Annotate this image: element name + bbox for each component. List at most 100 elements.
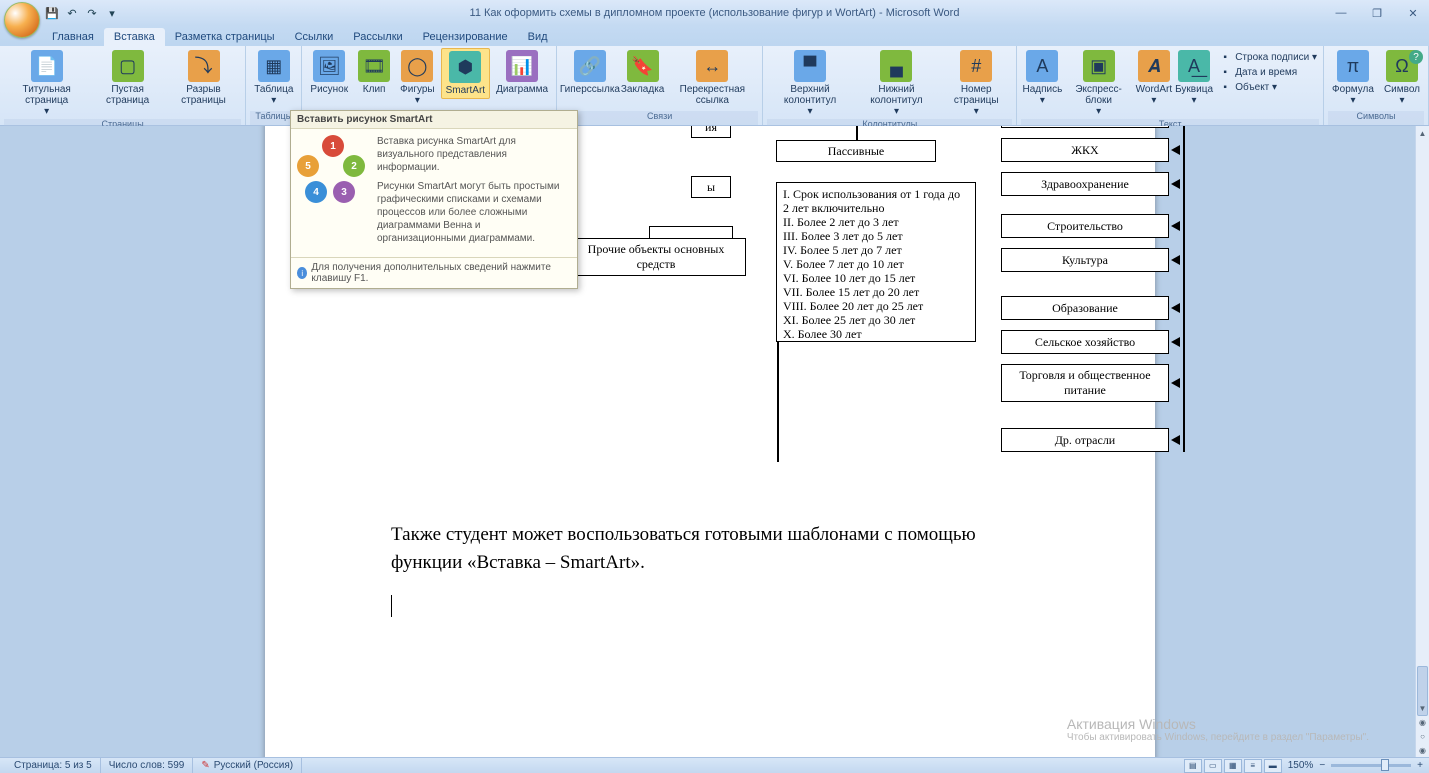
перекрестная-ссылка-icon: ↔ [696, 50, 728, 82]
tab-вставка[interactable]: Вставка [104, 28, 165, 46]
ribbon-верхний-колонтитул[interactable]: ▀Верхний колонтитул ▾ [767, 48, 853, 119]
tooltip-p1: Вставка рисунка SmartArt для визуального… [377, 135, 571, 174]
save-icon[interactable]: 💾 [44, 5, 60, 21]
title-bar: 💾 ↶ ↷ ▾ 11 Как оформить схемы в дипломно… [0, 0, 1429, 26]
фигуры-icon: ◯ [401, 50, 433, 82]
diagram-box: Торговля и общественное питание [1001, 364, 1169, 402]
view-outline-icon[interactable]: ≡ [1244, 759, 1262, 773]
view-draft-icon[interactable]: ▬ [1264, 759, 1282, 773]
гиперссылка-icon: 🔗 [574, 50, 606, 82]
diagram-box: Прочие объекты основных средств [566, 238, 746, 276]
надпись-icon: A [1026, 50, 1058, 82]
диаграмма-icon: 📊 [506, 50, 538, 82]
ribbon-клип[interactable]: 🎞Клип [354, 48, 394, 97]
qat-dropdown-icon[interactable]: ▾ [104, 5, 120, 21]
undo-icon[interactable]: ↶ [64, 5, 80, 21]
титульная-страница-icon: 📄 [31, 50, 63, 82]
smartart-tooltip: Вставить рисунок SmartArt 12345 Вставка … [290, 110, 578, 289]
group-links: 🔗Гиперссылка🔖Закладка↔Перекрестная ссылк… [557, 46, 763, 125]
tab-рецензирование[interactable]: Рецензирование [413, 28, 518, 46]
diagram-box: ы [691, 176, 731, 198]
ribbon-рисунок[interactable]: 🖼Рисунок [306, 48, 352, 97]
ribbon-объект[interactable]: ▪Объект ▾ [1218, 80, 1317, 94]
group-label: Символы [1328, 111, 1424, 125]
ribbon-титульная-страница[interactable]: 📄Титульная страница ▾ [4, 48, 89, 119]
status-bar: Страница: 5 из 5 Число слов: 599 ✎Русски… [0, 757, 1429, 773]
status-lang[interactable]: ✎Русский (Россия) [193, 758, 302, 773]
tab-разметка страницы[interactable]: Разметка страницы [165, 28, 285, 46]
zoom-level[interactable]: 150% [1288, 760, 1314, 771]
ribbon-буквица[interactable]: A͟Буквица ▾ [1174, 48, 1214, 119]
tooltip-title: Вставить рисунок SmartArt [291, 111, 577, 129]
ribbon-перекрестная-ссылка[interactable]: ↔Перекрестная ссылка [667, 48, 759, 108]
diagram-box: Здравоохранение [1001, 172, 1169, 196]
body-paragraph: Также студент может воспользоваться гото… [391, 521, 1029, 577]
arrow-icon [1171, 255, 1180, 265]
ribbon-номер-страницы[interactable]: #Номер страницы ▾ [940, 48, 1012, 119]
vertical-scrollbar[interactable]: ▲ ▼ ◉ ○ ◉ [1415, 126, 1429, 757]
ribbon-формула[interactable]: πФормула ▾ [1328, 48, 1378, 108]
help-icon[interactable]: ? [1409, 50, 1423, 64]
tooltip-footer: Для получения дополнительных сведений на… [311, 262, 571, 284]
tab-ссылки[interactable]: Ссылки [285, 28, 344, 46]
дата-и-время-icon: ▪ [1218, 65, 1232, 79]
next-page-icon[interactable]: ◉ [1416, 743, 1429, 757]
ribbon-экспресс-блоки[interactable]: ▣Экспресс-блоки ▾ [1063, 48, 1134, 119]
tab-рассылки[interactable]: Рассылки [343, 28, 412, 46]
status-words[interactable]: Число слов: 599 [101, 758, 194, 773]
text-cursor [391, 595, 392, 617]
diagram-box: Строительство [1001, 214, 1169, 238]
ribbon-строка-подписи[interactable]: ▪Строка подписи ▾ [1218, 50, 1317, 64]
tab-главная[interactable]: Главная [42, 28, 104, 46]
ribbon-tabs: ГлавнаяВставкаРазметка страницыСсылкиРас… [0, 26, 1429, 46]
ribbon-разрыв-страницы[interactable]: ⤵Разрыв страницы [166, 48, 241, 108]
zoom-in-icon[interactable]: + [1417, 760, 1423, 771]
view-web-icon[interactable]: ▦ [1224, 759, 1242, 773]
ribbon-нижний-колонтитул[interactable]: ▄Нижний колонтитул ▾ [855, 48, 938, 119]
scroll-up-icon[interactable]: ▲ [1416, 126, 1429, 140]
zoom-slider[interactable] [1331, 764, 1411, 767]
ribbon-smartart[interactable]: ⬢SmartArt [441, 48, 490, 99]
view-fullscreen-icon[interactable]: ▭ [1204, 759, 1222, 773]
zoom-out-icon[interactable]: − [1319, 760, 1325, 771]
arrow-icon [1171, 435, 1180, 445]
клип-icon: 🎞 [358, 50, 390, 82]
prev-page-icon[interactable]: ◉ [1416, 715, 1429, 729]
close-button[interactable]: ✕ [1401, 5, 1425, 21]
arrow-icon [1171, 145, 1180, 155]
diagram-box: Транспорт [1001, 126, 1169, 128]
ribbon-wordart[interactable]: 𝑨WordArt ▾ [1134, 48, 1174, 119]
diagram-big-box: I. Срок использования от 1 года до 2 лет… [776, 182, 976, 342]
номер-страницы-icon: # [960, 50, 992, 82]
wordart-icon: 𝑨 [1138, 50, 1170, 82]
ribbon-надпись[interactable]: AНадпись ▾ [1021, 48, 1063, 119]
ribbon-диаграмма[interactable]: 📊Диаграмма [492, 48, 552, 97]
нижний-колонтитул-icon: ▄ [880, 50, 912, 82]
arrow-icon [1171, 303, 1180, 313]
закладка-icon: 🔖 [627, 50, 659, 82]
разрыв-страницы-icon: ⤵ [188, 50, 220, 82]
smartart-icon: ⬢ [449, 51, 481, 83]
group-text: AНадпись ▾▣Экспресс-блоки ▾𝑨WordArt ▾A͟Б… [1017, 46, 1324, 125]
maximize-button[interactable]: ❐ [1365, 5, 1389, 21]
ribbon-фигуры[interactable]: ◯Фигуры ▾ [396, 48, 438, 108]
redo-icon[interactable]: ↷ [84, 5, 100, 21]
minimize-button[interactable]: — [1329, 5, 1353, 21]
view-print-layout-icon[interactable]: ▤ [1184, 759, 1202, 773]
ribbon-гиперссылка[interactable]: 🔗Гиперссылка [561, 48, 619, 97]
group-pages: 📄Титульная страница ▾▢Пустая страница⤵Ра… [0, 46, 246, 125]
tab-вид[interactable]: Вид [518, 28, 558, 46]
буквица-icon: A͟ [1178, 50, 1210, 82]
document-area[interactable]: ияыые ин- тыПассивныеПрочие объекты осно… [0, 126, 1415, 757]
browse-object-icon[interactable]: ○ [1416, 729, 1429, 743]
status-page[interactable]: Страница: 5 из 5 [6, 758, 101, 773]
ribbon-пустая-страница[interactable]: ▢Пустая страница [91, 48, 163, 108]
ribbon-закладка[interactable]: 🔖Закладка [621, 48, 665, 97]
office-button[interactable] [4, 2, 40, 38]
ribbon-таблица[interactable]: ▦Таблица ▾ [250, 48, 297, 108]
diagram-box: Пассивные [776, 140, 936, 162]
экспресс-блоки-icon: ▣ [1083, 50, 1115, 82]
arrow-icon [1171, 378, 1180, 388]
scroll-down-icon[interactable]: ▼ [1416, 701, 1429, 715]
ribbon-дата-и-время[interactable]: ▪Дата и время [1218, 65, 1317, 79]
